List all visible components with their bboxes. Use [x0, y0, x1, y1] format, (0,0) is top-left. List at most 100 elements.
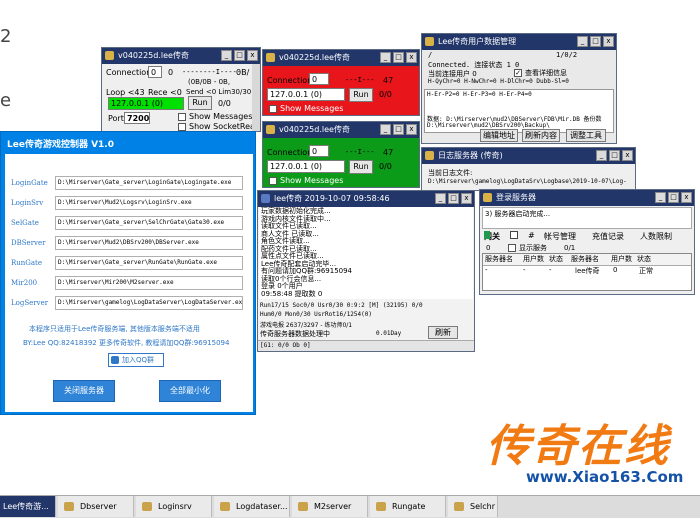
minimize-button[interactable]: _: [435, 193, 446, 204]
show-socketread-checkbox[interactable]: Show SocketRead: [178, 122, 260, 131]
ip-select[interactable]: 127.0.0.1 (0): [108, 97, 184, 110]
tab-checkbox-icon[interactable]: [510, 231, 518, 239]
window-titlebar[interactable]: 日志服务器 (传奇) _ □ x: [422, 148, 635, 164]
taskbar-item[interactable]: Logdataser...: [214, 496, 290, 517]
status-bar: [G1: 0/0 Ob 0]: [258, 340, 474, 351]
exe-path-field[interactable]: D:\Mirserver\Mud2\DBSrv200\DBServer.exe: [55, 236, 243, 250]
refresh-button[interactable]: 刷新: [428, 326, 458, 339]
taskbar-item[interactable]: Selchr: [448, 496, 498, 517]
window-titlebar[interactable]: lee传奇 2019-10-07 09:58:46 _ □ x: [258, 191, 474, 207]
ip-select[interactable]: 127.0.0.1 (0): [267, 88, 345, 101]
show-messages-checkbox[interactable]: Show Messages: [178, 112, 252, 121]
maximize-button[interactable]: □: [590, 36, 601, 47]
maximize-button[interactable]: □: [668, 192, 679, 203]
ip-select[interactable]: 127.0.0.1 (0): [267, 160, 345, 173]
taskbar-item[interactable]: Loginsrv: [136, 496, 212, 517]
close-button[interactable]: x: [406, 124, 417, 135]
column-header[interactable]: 服务器名: [485, 254, 513, 264]
taskbar-item[interactable]: Dbserver: [58, 496, 134, 517]
stat-line-3: 游戏电报 2637/3297 - 练功师0/1: [260, 322, 353, 329]
adjust-tools-button[interactable]: 调整工具: [566, 129, 606, 142]
table-row[interactable]: - - - lee传奇 0 正常: [483, 266, 691, 277]
table-cell: -: [523, 266, 526, 274]
app-icon: [266, 125, 275, 134]
close-button[interactable]: x: [461, 193, 472, 204]
close-server-button[interactable]: 关闭服务器: [53, 380, 115, 402]
view-detail-checkbox[interactable]: ✓ 查看详细信息: [514, 68, 567, 78]
show-messages-checkbox[interactable]: Show Messages: [269, 104, 343, 113]
exe-label: LogServer: [11, 299, 49, 307]
maximize-button[interactable]: □: [393, 52, 404, 63]
message-memo[interactable]: 3) 服务器启动完成...: [482, 207, 692, 229]
minimize-button[interactable]: _: [655, 192, 666, 203]
stat-line-1: Run17/15 Soc0/0 Usr0/30 0:9:2 [M] (32195…: [260, 302, 423, 309]
table-cell: -: [549, 266, 552, 274]
column-header[interactable]: 用户数: [523, 254, 544, 264]
window-titlebar[interactable]: Lee传奇用户数据管理 _ □ x: [422, 34, 616, 50]
bytes-text: (0B/0B - 0B,: [188, 78, 231, 86]
m2-log-memo[interactable]: 玩家数据初始化完成... 游戏内核文件读取中... 读取文件已读取... 商人文件 已…: [259, 207, 473, 299]
log-memo[interactable]: H-Er-P2=0 H-Er-P3=0 H-Er-P4=0 数据: D:\Mir…: [424, 89, 614, 133]
window-titlebar[interactable]: v040225d.lee传奇 _ □ x: [263, 50, 419, 66]
count-text: 0/0: [379, 162, 392, 171]
close-button[interactable]: x: [603, 36, 614, 47]
run-button[interactable]: Run: [349, 88, 373, 102]
edit-address-button[interactable]: 编辑地址: [480, 129, 518, 142]
minimize-button[interactable]: _: [577, 36, 588, 47]
exe-path-field[interactable]: D:\Mirserver\Gate_server\SelChrGate\Gate…: [55, 216, 243, 230]
join-qq-label: 加入QQ群: [122, 356, 155, 364]
show-messages-checkbox[interactable]: Show Messages: [269, 176, 343, 185]
count-text: 0/0: [379, 90, 392, 99]
minimize-button[interactable]: _: [380, 124, 391, 135]
checkbox-icon: [508, 244, 516, 252]
tab-accounts[interactable]: 帐号管理: [544, 231, 576, 242]
refresh-content-button[interactable]: 刷新内容: [522, 129, 560, 142]
connections-field[interactable]: 0: [309, 145, 329, 157]
minimize-button[interactable]: _: [380, 52, 391, 63]
window-titlebar[interactable]: 登录服务器 _ □ x: [480, 190, 694, 206]
vertical-scrollbar[interactable]: [252, 64, 260, 131]
close-button[interactable]: x: [681, 192, 692, 203]
maximize-button[interactable]: □: [393, 124, 404, 135]
tab-limits[interactable]: 人数限制: [640, 231, 672, 242]
m2server-window: lee传奇 2019-10-07 09:58:46 _ □ x 玩家数据初始化完…: [257, 190, 475, 352]
minimize-button[interactable]: _: [596, 150, 607, 161]
stats-line: H-QyChr=0 H-NwChr=0 H-DlChr=0 Dubb-Sl=0: [428, 78, 569, 85]
close-button[interactable]: x: [406, 52, 417, 63]
controller-titlebar[interactable]: Lee传奇游戏控制器 V1.0: [1, 132, 255, 154]
conn-range: 0: [168, 68, 174, 77]
run-button[interactable]: Run: [188, 96, 212, 110]
connections-field[interactable]: 0: [148, 66, 162, 78]
window-titlebar[interactable]: v040225d.lee传奇 _ □ x: [102, 48, 260, 64]
minimize-all-button[interactable]: 全部最小化: [159, 380, 221, 402]
maximize-button[interactable]: □: [234, 50, 245, 61]
taskbar-item[interactable]: Rungate: [370, 496, 446, 517]
column-header[interactable]: 用户数: [611, 254, 632, 264]
tab-hash[interactable]: #: [528, 231, 535, 240]
show-server-checkbox[interactable]: 显示服务: [508, 243, 547, 253]
exe-path-field[interactable]: D:\Mirserver\Gate_server\LoginGate\Login…: [55, 176, 243, 190]
join-qq-button[interactable]: 加入QQ群: [108, 353, 164, 367]
checkbox-label: Show Messages: [189, 112, 253, 121]
maximize-button[interactable]: □: [609, 150, 620, 161]
column-header[interactable]: 服务器名: [571, 254, 599, 264]
maximize-button[interactable]: □: [448, 193, 459, 204]
exe-path-field[interactable]: D:\Mirserver\Mir200\M2server.exe: [55, 276, 243, 290]
taskbar-item[interactable]: M2server: [292, 496, 368, 517]
connections-field[interactable]: 0: [309, 73, 329, 85]
close-button[interactable]: x: [247, 50, 258, 61]
run-button[interactable]: Run: [349, 160, 373, 174]
port-field[interactable]: 7200: [124, 112, 150, 124]
column-header[interactable]: 状态: [549, 254, 563, 264]
tab-recharge[interactable]: 充值记录: [592, 231, 624, 242]
gate-window-green: v040225d.lee传奇 _ □ x Connections 0 ---I-…: [262, 121, 420, 188]
close-button[interactable]: x: [622, 150, 633, 161]
exe-path-field[interactable]: D:\Mirserver\gamelog\LogDataServer\LogDa…: [55, 296, 243, 310]
controller-window: Lee传奇游戏控制器 V1.0 LoginGate D:\Mirserver\Ga…: [0, 131, 256, 415]
taskbar-item[interactable]: Lee传奇游...: [0, 496, 56, 517]
column-header[interactable]: 状态: [637, 254, 651, 264]
exe-path-field[interactable]: D:\Mirserver\Mud2\Logsrv\LoginSrv.exe: [55, 196, 243, 210]
minimize-button[interactable]: _: [221, 50, 232, 61]
window-titlebar[interactable]: v040225d.lee传奇 _ □ x: [263, 122, 419, 138]
exe-path-field[interactable]: D:\Mirserver\Gate_server\RunGate\RunGate…: [55, 256, 243, 270]
